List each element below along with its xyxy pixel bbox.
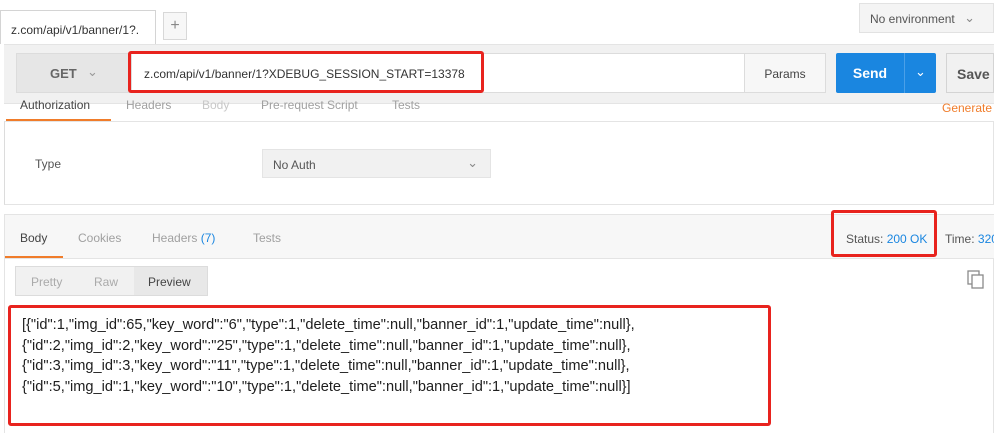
tab-pre-request-script[interactable]: Pre-request Script <box>261 98 358 112</box>
tab-tests[interactable]: Tests <box>392 98 420 112</box>
view-preview-button[interactable]: Preview <box>148 275 191 289</box>
send-button-overlay: Send <box>836 53 904 93</box>
auth-panel <box>4 121 994 205</box>
url-highlight-box-top <box>128 51 484 93</box>
save-button-overlay: Save <box>946 53 994 93</box>
status-highlight-box <box>831 210 937 257</box>
tab-body[interactable]: Body <box>202 98 229 112</box>
tab-headers[interactable]: Headers <box>126 98 171 112</box>
tab-authorization[interactable]: Authorization <box>20 98 90 112</box>
auth-type-select[interactable]: No Auth ⌄ <box>262 149 491 178</box>
chevron-down-icon: ⌄ <box>964 10 975 25</box>
view-pretty-button[interactable]: Pretty <box>31 275 62 289</box>
time-label: Time: <box>945 232 975 246</box>
environment-select-value: No environment <box>870 12 955 26</box>
tab-response-headers[interactable]: Headers (7) <box>152 231 215 245</box>
response-body-text: [{"id":1,"img_id":65,"key_word":"6","typ… <box>22 317 635 395</box>
params-button-overlay: Params <box>744 53 826 93</box>
tab-response-headers-label: Headers <box>152 231 198 245</box>
app-window: z.com/api/v1/banner/1?. + No environment… <box>0 0 994 433</box>
active-response-tab-indicator <box>5 256 63 258</box>
view-raw-button[interactable]: Raw <box>94 275 118 289</box>
generate-code-link[interactable]: Generate <box>942 101 992 115</box>
tab-response-tests[interactable]: Tests <box>253 231 281 245</box>
auth-type-value: No Auth <box>273 158 316 172</box>
headers-count-badge: (7) <box>200 231 216 245</box>
response-time: Time: 320 <box>945 232 994 246</box>
auth-type-label: Type <box>35 157 62 171</box>
new-tab-button[interactable]: + <box>163 12 187 40</box>
chevron-down-icon: ⌄ <box>467 155 478 170</box>
request-tab[interactable]: z.com/api/v1/banner/1?. <box>0 10 156 44</box>
request-tab-label: z.com/api/v1/banner/1?. <box>11 23 140 37</box>
time-value: 320 <box>977 232 994 246</box>
tab-response-body[interactable]: Body <box>20 231 47 245</box>
copy-icon[interactable] <box>966 270 986 290</box>
tab-response-cookies[interactable]: Cookies <box>78 231 121 245</box>
send-options-overlay: ⌄ <box>904 53 936 93</box>
environment-select[interactable]: No environment ⌄ <box>859 3 994 33</box>
